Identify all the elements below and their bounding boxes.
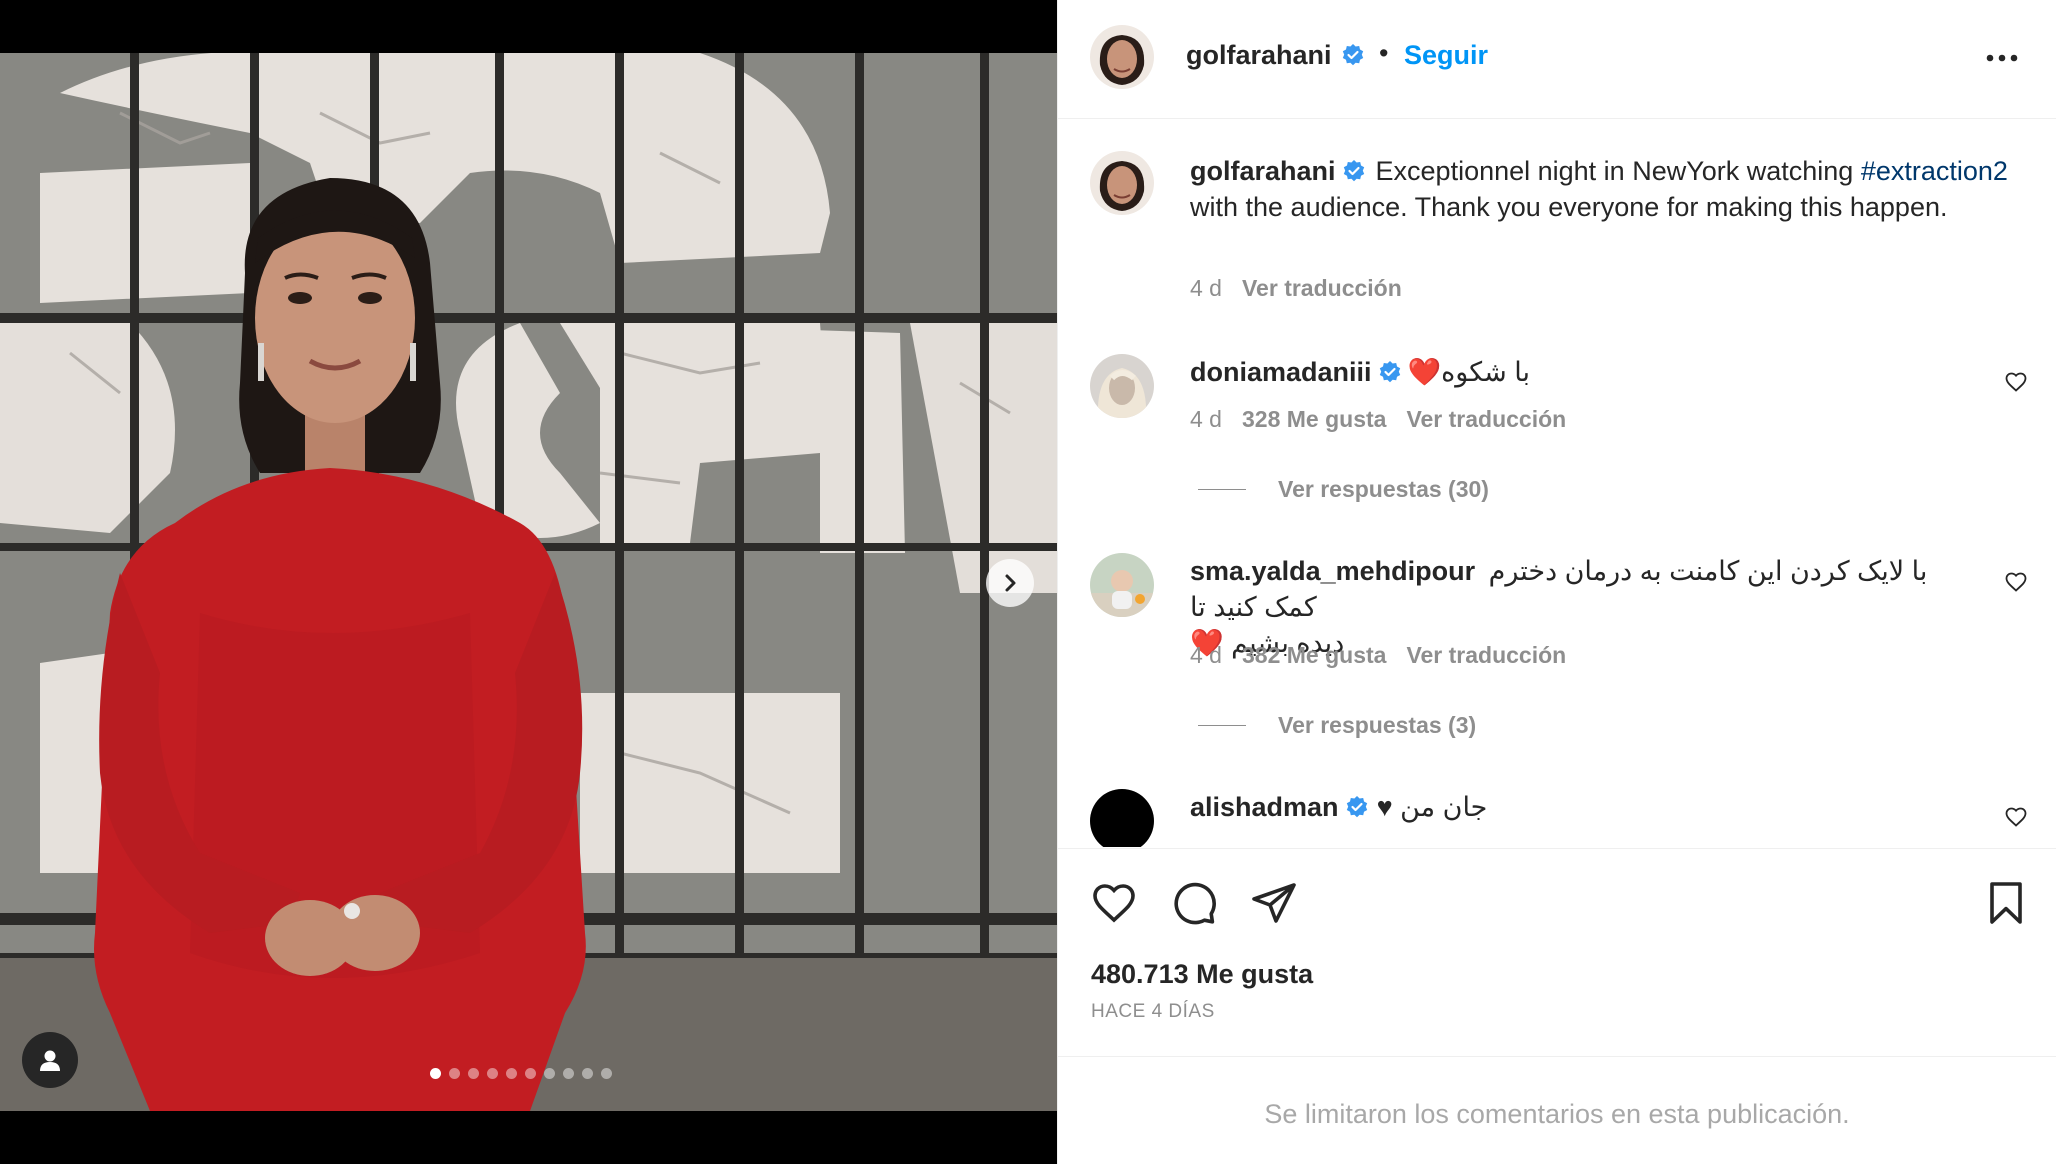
comment-username[interactable]: doniamadaniii — [1190, 357, 1372, 387]
post-photo — [0, 53, 1057, 1111]
caption-body-end: with the audience. Thank you everyone fo… — [1190, 192, 1948, 222]
carousel-dot — [430, 1068, 441, 1079]
comment-like-heart-icon[interactable] — [2004, 805, 2028, 829]
comment-text: doniamadaniii ❤️با شکوه — [1190, 354, 1530, 390]
carousel-dot — [582, 1068, 593, 1079]
carousel-dot — [449, 1068, 460, 1079]
comment-likes[interactable]: 382 Me gusta — [1242, 642, 1386, 668]
caption-time[interactable]: 4 d — [1190, 275, 1222, 301]
verified-icon — [1346, 795, 1367, 818]
carousel-indicator — [430, 1068, 612, 1079]
comments-limited-notice: Se limitaron los comentarios en esta pub… — [1264, 1099, 1850, 1129]
author-avatar-image — [1090, 25, 1154, 89]
caption-meta: 4 d Ver traducción — [1190, 275, 1422, 302]
comment-translate-link[interactable]: Ver traducción — [1406, 406, 1566, 432]
caption-username[interactable]: golfarahani — [1190, 156, 1336, 186]
comment-meta: 4 d 382 Me gusta Ver traducción — [1190, 642, 1586, 669]
caption-body-start: Exceptionnel night in NewYork watching — [1375, 156, 1854, 186]
comment-like-heart-icon[interactable] — [2004, 570, 2028, 594]
replies-line — [1198, 725, 1246, 726]
comment-likes[interactable]: 328 Me gusta — [1242, 406, 1386, 432]
comment-username[interactable]: alishadman — [1190, 792, 1339, 822]
post-side-panel: golfarahani • Seguir golfarahani Exceptio… — [1058, 0, 2056, 1164]
view-replies-button[interactable]: Ver respuestas (30) — [1198, 476, 1489, 503]
post-time-ago: HACE 4 DÍAS — [1091, 1001, 1215, 1022]
verified-icon — [1342, 44, 1364, 66]
comment-avatar-image — [1090, 553, 1154, 617]
replies-label: Ver respuestas (3) — [1278, 712, 1477, 738]
comment-avatar[interactable] — [1090, 354, 1154, 418]
action-bar: 480.713 Me gusta HACE 4 DÍAS — [1058, 848, 2056, 1022]
comment-like-heart-icon[interactable] — [2004, 370, 2028, 394]
heart-icon[interactable] — [1090, 879, 1138, 927]
comment-meta: 4 d 328 Me gusta Ver traducción — [1190, 406, 1586, 433]
replies-line — [1198, 489, 1246, 490]
comment-avatar-image — [1090, 354, 1154, 418]
comment-body: جان من — [1400, 792, 1488, 822]
carousel-dot — [544, 1068, 555, 1079]
comment-time[interactable]: 4 d — [1190, 642, 1222, 668]
caption-text: golfarahani Exceptionnel night in NewYork… — [1190, 153, 2020, 225]
next-slide-button[interactable] — [986, 559, 1034, 607]
comment-translate-link[interactable]: Ver traducción — [1406, 642, 1566, 668]
post-header: golfarahani • Seguir — [1058, 0, 2056, 119]
comment-avatar[interactable] — [1090, 789, 1154, 847]
caption-avatar-image — [1090, 151, 1154, 215]
author-username[interactable]: golfarahani — [1186, 40, 1332, 71]
user-tag-icon — [40, 1050, 60, 1071]
comment-time[interactable]: 4 d — [1190, 406, 1222, 432]
share-icon[interactable] — [1250, 879, 1298, 927]
tagged-users-button[interactable] — [22, 1032, 78, 1088]
author-avatar[interactable] — [1090, 25, 1154, 89]
carousel-dot — [487, 1068, 498, 1079]
comment-text: alishadman ♥ جان من — [1190, 789, 1487, 825]
carousel-dot — [525, 1068, 536, 1079]
view-replies-button[interactable]: Ver respuestas (3) — [1198, 712, 1476, 739]
comments-section: golfarahani Exceptionnel night in NewYork… — [1058, 119, 2056, 847]
comment-footer: Se limitaron los comentarios en esta pub… — [1058, 1056, 2056, 1165]
follow-button[interactable]: Seguir — [1404, 40, 1488, 71]
post-photo-illustration — [0, 53, 1057, 1111]
post-media — [0, 0, 1057, 1164]
heart-emoji: ♥ — [1376, 792, 1393, 822]
hashtag-link[interactable]: #extraction2 — [1861, 156, 2008, 186]
more-icon[interactable] — [1982, 38, 2022, 78]
verified-icon — [1379, 360, 1400, 383]
comment-body: با شکوه — [1441, 357, 1531, 387]
chevron-right-icon — [1005, 574, 1016, 592]
carousel-dot — [601, 1068, 612, 1079]
verified-icon — [1343, 159, 1364, 182]
caption-avatar[interactable] — [1090, 151, 1154, 215]
caption-translate-link[interactable]: Ver traducción — [1242, 275, 1402, 301]
carousel-dot — [563, 1068, 574, 1079]
replies-label: Ver respuestas (30) — [1278, 476, 1489, 502]
comment-icon[interactable] — [1170, 879, 1218, 927]
like-count[interactable]: 480.713 Me gusta — [1091, 959, 1313, 990]
heart-emoji: ❤️ — [1407, 357, 1442, 387]
header-separator: • — [1379, 38, 1389, 68]
carousel-dot — [506, 1068, 517, 1079]
comment-avatar[interactable] — [1090, 553, 1154, 617]
carousel-dot — [468, 1068, 479, 1079]
bookmark-icon[interactable] — [1982, 879, 2030, 927]
comment-username[interactable]: sma.yalda_mehdipour — [1190, 556, 1475, 586]
